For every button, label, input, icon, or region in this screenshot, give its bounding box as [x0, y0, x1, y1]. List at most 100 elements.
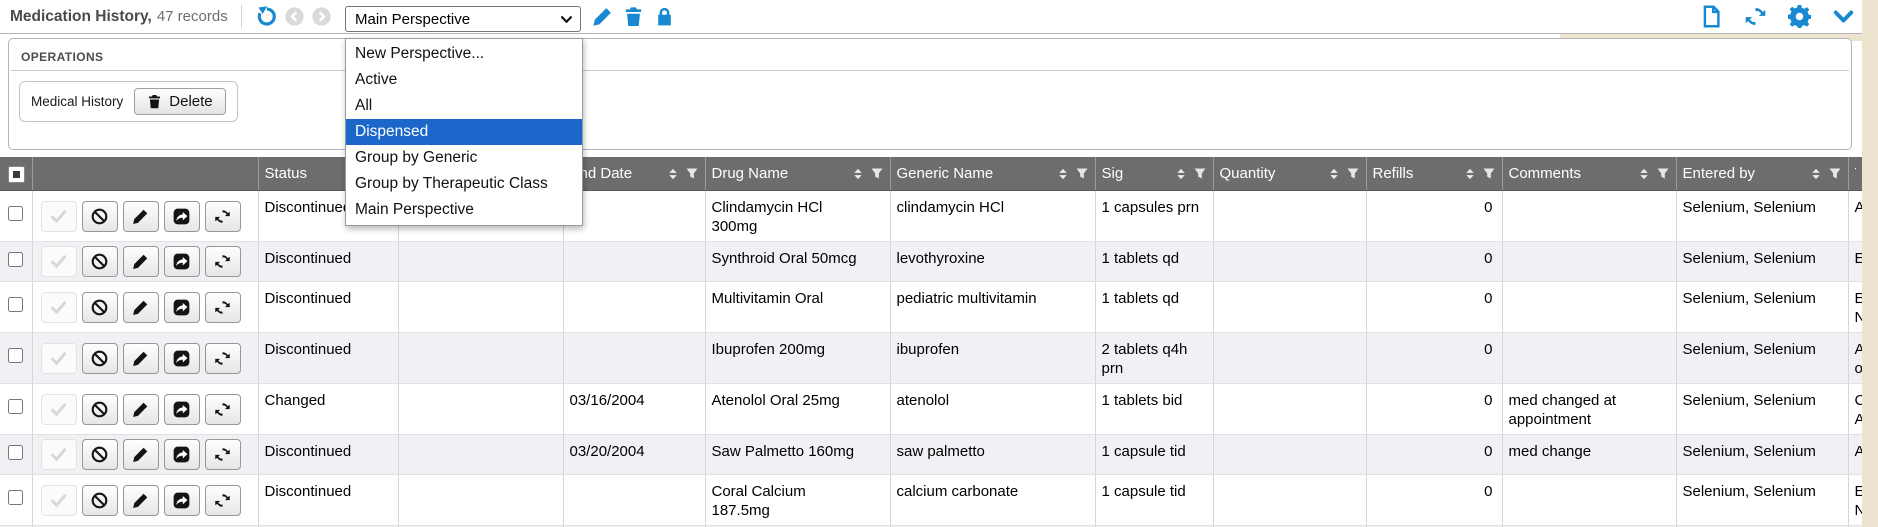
row-checkbox[interactable] [8, 252, 23, 267]
menu-item-active[interactable]: Active [346, 67, 582, 93]
check-button[interactable] [41, 394, 77, 425]
sort-icon[interactable] [1637, 167, 1651, 181]
row-refresh-button[interactable] [205, 201, 241, 232]
filter-icon[interactable] [1482, 167, 1496, 181]
check-icon [50, 446, 67, 463]
menu-item-group-by-generic[interactable]: Group by Generic [346, 145, 582, 171]
cell-actions [32, 242, 258, 282]
chevron-down-icon[interactable] [1832, 5, 1855, 28]
menu-item-new-perspective[interactable]: New Perspective... [346, 41, 582, 67]
menu-item-all[interactable]: All [346, 93, 582, 119]
check-button[interactable] [41, 246, 77, 277]
column-header-comments[interactable]: Comments [1502, 157, 1676, 191]
column-header-sig[interactable]: Sig [1095, 157, 1213, 191]
ban-button[interactable] [82, 343, 118, 374]
filter-icon[interactable] [1193, 167, 1207, 181]
column-header-end_date[interactable]: End Date [563, 157, 705, 191]
ban-button[interactable] [82, 485, 118, 516]
row-checkbox[interactable] [8, 297, 23, 312]
filter-icon[interactable] [870, 167, 884, 181]
menu-item-main-perspective[interactable]: Main Perspective [346, 197, 582, 223]
row-checkbox[interactable] [8, 490, 23, 505]
row-refresh-button[interactable] [205, 343, 241, 374]
cell-quantity [1213, 242, 1366, 282]
share-button[interactable] [164, 246, 200, 277]
cell-comments [1502, 242, 1676, 282]
row-checkbox[interactable] [8, 399, 23, 414]
column-header-select [0, 157, 32, 191]
refresh-icon[interactable] [1744, 5, 1767, 28]
filter-icon[interactable] [685, 167, 699, 181]
row-checkbox[interactable] [8, 206, 23, 221]
sort-icon[interactable] [1056, 167, 1070, 181]
ban-button[interactable] [82, 394, 118, 425]
perspective-select-value: Main Perspective [355, 11, 560, 28]
check-button[interactable] [41, 343, 77, 374]
filter-icon[interactable] [1828, 167, 1842, 181]
perspective-select[interactable]: Main Perspective [345, 6, 581, 32]
row-refresh-button[interactable] [205, 292, 241, 323]
cell-start-date [398, 475, 563, 526]
row-checkbox[interactable] [8, 348, 23, 363]
sort-icon[interactable] [1809, 167, 1823, 181]
ban-button[interactable] [82, 246, 118, 277]
column-header-actions [32, 157, 258, 191]
delete-button[interactable]: Delete [134, 88, 225, 115]
lock-icon[interactable] [654, 6, 675, 27]
circle-next-icon[interactable] [312, 7, 331, 26]
undo-icon[interactable] [256, 6, 277, 27]
ban-button[interactable] [82, 292, 118, 323]
edit-button[interactable] [123, 439, 159, 470]
circle-prev-icon[interactable] [285, 7, 304, 26]
edit-button[interactable] [123, 246, 159, 277]
pencil-icon[interactable] [592, 6, 613, 27]
filter-icon[interactable] [1075, 167, 1089, 181]
sort-icon[interactable] [1463, 167, 1477, 181]
check-button[interactable] [41, 485, 77, 516]
share-button[interactable] [164, 394, 200, 425]
sort-icon[interactable] [851, 167, 865, 181]
trash-icon[interactable] [623, 6, 644, 27]
filter-icon[interactable] [1346, 167, 1360, 181]
share-button[interactable] [164, 485, 200, 516]
check-icon [50, 208, 67, 225]
cell-status: Discontinued [258, 475, 398, 526]
document-icon[interactable] [1700, 5, 1723, 28]
column-header-quantity[interactable]: Quantity [1213, 157, 1366, 191]
filter-icon[interactable] [1656, 167, 1670, 181]
menu-item-group-by-therapeutic-class[interactable]: Group by Therapeutic Class [346, 171, 582, 197]
edit-button[interactable] [123, 485, 159, 516]
column-header-generic_name[interactable]: Generic Name [890, 157, 1095, 191]
edit-button[interactable] [123, 343, 159, 374]
cell-comments [1502, 191, 1676, 242]
row-refresh-button[interactable] [205, 246, 241, 277]
cell-refills: 0 [1366, 435, 1502, 475]
menu-item-dispensed[interactable]: Dispensed [346, 119, 582, 145]
ban-button[interactable] [82, 201, 118, 232]
edit-button[interactable] [123, 201, 159, 232]
select-all-checkbox[interactable] [8, 166, 25, 183]
check-button[interactable] [41, 201, 77, 232]
check-button[interactable] [41, 439, 77, 470]
sort-icon[interactable] [1174, 167, 1188, 181]
edit-button[interactable] [123, 394, 159, 425]
share-button[interactable] [164, 439, 200, 470]
share-button[interactable] [164, 201, 200, 232]
column-header-entered_by[interactable]: Entered by [1676, 157, 1848, 191]
sort-icon[interactable] [1327, 167, 1341, 181]
column-header-drug_name[interactable]: Drug Name [705, 157, 890, 191]
row-refresh-button[interactable] [205, 394, 241, 425]
row-refresh-button[interactable] [205, 439, 241, 470]
column-header-refills[interactable]: Refills [1366, 157, 1502, 191]
check-button[interactable] [41, 292, 77, 323]
gear-icon[interactable] [1788, 5, 1811, 28]
medication-row: DiscontinuedIbuprofen 200mgibuprofen2 ta… [0, 333, 1862, 384]
edit-button[interactable] [123, 292, 159, 323]
share-button[interactable] [164, 343, 200, 374]
row-refresh-button[interactable] [205, 485, 241, 516]
ban-button[interactable] [82, 439, 118, 470]
row-checkbox[interactable] [8, 445, 23, 460]
cell-status: Discontinued [258, 242, 398, 282]
sort-icon[interactable] [666, 167, 680, 181]
share-button[interactable] [164, 292, 200, 323]
